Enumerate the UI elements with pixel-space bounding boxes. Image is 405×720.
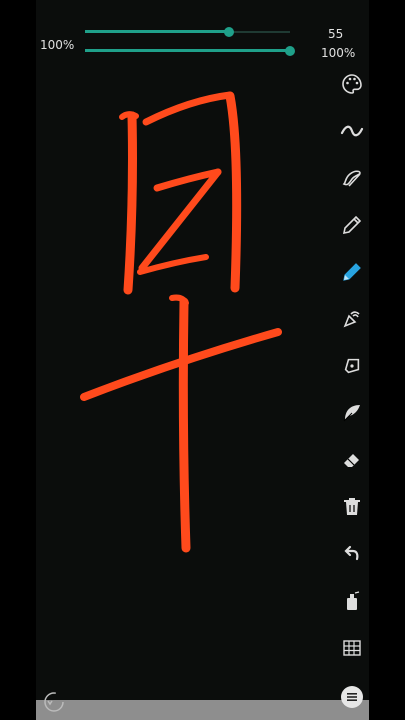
stroke-left-vertical bbox=[123, 111, 137, 295]
calligraphy-pen-tool[interactable] bbox=[338, 305, 366, 333]
eraser-icon bbox=[344, 454, 359, 467]
pencil-icon bbox=[343, 263, 361, 281]
undo-icon bbox=[344, 545, 359, 561]
opacity-slider-thumb[interactable] bbox=[285, 46, 295, 56]
stroke-style-tool[interactable] bbox=[338, 117, 366, 145]
palette-icon bbox=[342, 74, 362, 94]
size-slider-thumb[interactable] bbox=[223, 27, 234, 37]
stroke-right-vertical bbox=[225, 91, 242, 293]
size-value-label: 55 bbox=[328, 27, 344, 41]
opacity-value-label: 100% bbox=[321, 46, 356, 60]
refresh-icon bbox=[44, 692, 64, 712]
spray-can-icon bbox=[347, 591, 360, 610]
feather-brush-tool[interactable] bbox=[338, 399, 366, 427]
eraser-tool[interactable] bbox=[338, 446, 366, 474]
opacity-slider[interactable] bbox=[85, 46, 295, 56]
stroke-top-horizontal bbox=[142, 91, 234, 126]
stroke-diagonal bbox=[138, 168, 222, 272]
feather-icon bbox=[343, 405, 360, 422]
brush-palette-icon bbox=[342, 170, 361, 187]
stroke-center-vertical bbox=[178, 297, 191, 553]
opacity-slider-fill bbox=[85, 49, 290, 52]
wave-stroke-icon bbox=[340, 125, 364, 137]
menu-icon bbox=[347, 693, 357, 701]
fountain-pen-tool[interactable] bbox=[338, 352, 366, 380]
palette-tool[interactable] bbox=[338, 70, 366, 98]
grid-tool[interactable] bbox=[338, 634, 366, 662]
trash-icon bbox=[344, 498, 360, 515]
pencil-blue-tool[interactable] bbox=[338, 258, 366, 286]
pencil-tool[interactable] bbox=[338, 211, 366, 239]
spray-tool[interactable] bbox=[338, 587, 366, 615]
menu-button[interactable] bbox=[341, 686, 363, 708]
calligraphy-pen-icon bbox=[343, 311, 360, 328]
size-slider[interactable] bbox=[85, 27, 295, 37]
clear-canvas-tool[interactable] bbox=[338, 493, 366, 521]
size-slider-fill bbox=[85, 30, 229, 33]
grid-icon bbox=[343, 640, 361, 656]
brush-settings-tool[interactable] bbox=[338, 164, 366, 192]
refresh-button[interactable] bbox=[42, 690, 66, 714]
fountain-pen-icon bbox=[344, 358, 360, 374]
undo-tool[interactable] bbox=[338, 540, 366, 568]
opacity-left-label: 100% bbox=[40, 38, 75, 52]
pencil-icon bbox=[342, 215, 362, 235]
